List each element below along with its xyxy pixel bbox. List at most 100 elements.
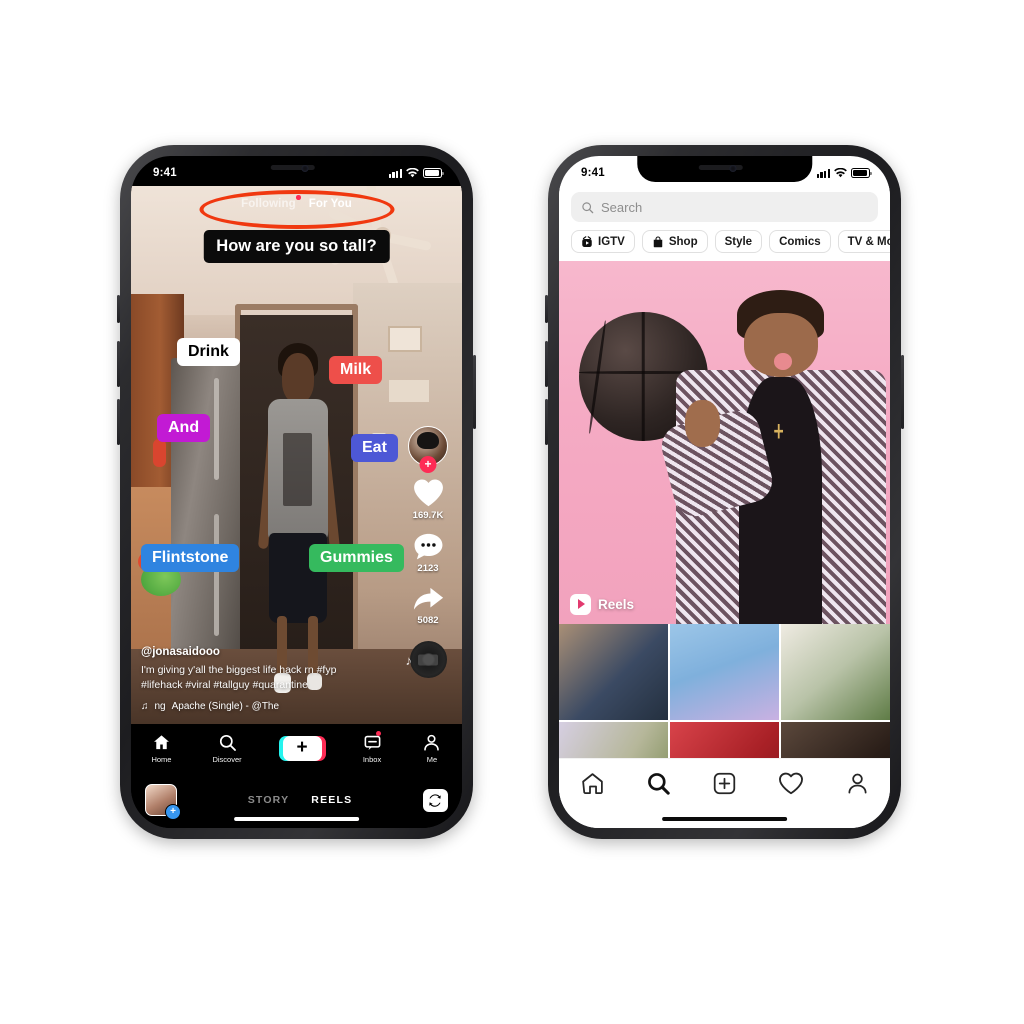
power-button-right[interactable] — [901, 355, 904, 429]
grid-cell-two-people-desk[interactable] — [559, 623, 669, 721]
video-subject-person — [258, 342, 341, 693]
mode-story[interactable]: STORY — [248, 794, 290, 806]
comment-button[interactable]: 2123 — [413, 532, 444, 574]
heart-icon — [413, 479, 443, 507]
tiktok-top-tabs[interactable]: Following For You — [131, 195, 462, 210]
share-arrow-icon — [413, 587, 443, 610]
shopping-bag-icon — [653, 235, 663, 247]
nav-home[interactable]: Home — [151, 733, 171, 764]
category-chips[interactable]: IGTV Shop Style Comics TV & Movies — [559, 222, 890, 253]
phone-bezel-right: 9:41 Search IGTV Shop Style Comics TV & … — [559, 156, 890, 828]
power-button[interactable] — [473, 355, 476, 429]
follow-plus-button[interactable]: + — [419, 456, 437, 473]
cellular-bars-icon-right — [816, 168, 830, 178]
music-ticker[interactable]: ♫ ng Apache (Single) - @The — [141, 701, 400, 712]
share-count: 5082 — [417, 615, 439, 626]
share-button[interactable]: 5082 — [412, 585, 445, 626]
status-time-right: 9:41 — [581, 167, 605, 179]
mute-switch-right[interactable] — [545, 295, 548, 323]
nav-me-label: Me — [426, 754, 438, 764]
flip-camera-icon — [429, 793, 442, 807]
flip-camera-button[interactable] — [422, 788, 448, 812]
explore-header: Search IGTV Shop Style Comics TV & M — [559, 186, 890, 260]
home-icon — [154, 734, 169, 749]
word-bubble-flintstone: Flintstone — [141, 544, 240, 572]
wifi-icon-right — [834, 168, 847, 178]
word-bubble-gummies: Gummies — [309, 544, 404, 572]
phone-mockup-instagram: 9:41 Search IGTV Shop Style Comics TV & … — [545, 145, 904, 839]
music-note-icon: ♫ — [141, 701, 149, 712]
search-icon[interactable] — [646, 771, 671, 796]
inbox-badge-dot — [375, 730, 381, 736]
story-add-button[interactable]: + — [165, 804, 181, 820]
mute-switch[interactable] — [117, 295, 120, 323]
chip-igtv[interactable]: IGTV — [571, 230, 635, 253]
camera-modes: STORY REELS — [248, 794, 353, 806]
like-button[interactable]: 169.7K — [412, 477, 445, 521]
chip-shop[interactable]: Shop — [641, 230, 708, 253]
search-placeholder: Search — [601, 199, 643, 215]
front-camera-right — [729, 165, 737, 172]
notch — [208, 156, 385, 182]
post-meta: @jonasaidooo I'm giving y'all the bigges… — [141, 646, 400, 713]
chip-igtv-label: IGTV — [598, 235, 625, 248]
like-count: 169.7K — [412, 510, 444, 521]
nav-me[interactable]: Me — [422, 733, 441, 764]
chip-comics[interactable]: Comics — [769, 230, 831, 253]
home-icon[interactable] — [580, 771, 605, 796]
battery-icon-right — [851, 168, 872, 178]
grid-cell-denim-outfit[interactable] — [780, 623, 890, 721]
tiktok-video-player[interactable]: Following For You How are you so tall? D… — [131, 186, 462, 724]
profile-icon[interactable] — [845, 771, 870, 796]
tiktok-action-rail: + 169.7K 2123 5082 — [402, 426, 454, 678]
nav-inbox[interactable]: Inbox — [362, 730, 382, 764]
grid-cell-flowers[interactable] — [559, 721, 669, 758]
post-description-line-2: #lifehack #viral #tallguy #quarantine — [141, 679, 308, 692]
explore-grid — [559, 623, 890, 758]
tab-for-you[interactable]: For You — [309, 198, 352, 210]
featured-reel-card[interactable]: Reels — [559, 261, 890, 624]
home-indicator[interactable] — [233, 816, 360, 821]
comment-icon — [414, 533, 442, 560]
volume-up-button[interactable] — [117, 341, 120, 387]
reels-badge: Reels — [570, 593, 634, 615]
word-bubble-milk: Milk — [329, 356, 383, 384]
fridge-magnet-red — [152, 438, 166, 467]
chip-style[interactable]: Style — [714, 230, 763, 253]
nav-create[interactable]: + — [278, 735, 326, 761]
volume-up-button-right[interactable] — [545, 341, 548, 387]
reels-clapper-icon — [570, 593, 591, 615]
tab-following[interactable]: Following — [241, 195, 301, 210]
volume-down-button-right[interactable] — [545, 399, 548, 445]
avatar[interactable]: + — [408, 426, 448, 473]
chip-tv-movies[interactable]: TV & Movies — [837, 230, 890, 253]
tiktok-screen: 9:41 Following For You How are you so ta… — [131, 156, 462, 828]
creator-avatar-block[interactable]: + — [408, 426, 448, 473]
grid-cell-red-fabric[interactable] — [669, 721, 780, 758]
post-username[interactable]: @jonasaidooo — [141, 646, 400, 658]
home-indicator-right[interactable] — [661, 816, 788, 821]
volume-down-button[interactable] — [117, 399, 120, 445]
word-bubble-drink: Drink — [177, 338, 240, 366]
comparison-canvas: 9:41 Following For You How are you so ta… — [0, 0, 1024, 1024]
nav-inbox-label: Inbox — [362, 754, 382, 764]
plus-create-icon[interactable]: + — [278, 735, 326, 761]
music-disc-icon[interactable] — [409, 641, 447, 678]
grid-cell-glitter-hand-sky[interactable] — [669, 623, 780, 721]
post-description-line-1: I'm giving y'all the biggest life hack r… — [141, 663, 337, 676]
heart-icon[interactable] — [778, 771, 804, 796]
search-icon — [582, 201, 594, 213]
nav-discover-label: Discover — [212, 754, 242, 764]
add-post-icon[interactable] — [712, 771, 737, 796]
nav-discover[interactable]: Discover — [212, 733, 242, 764]
word-bubble-eat: Eat — [351, 434, 398, 462]
floating-music-note-icon: ♪ — [405, 653, 413, 668]
tiktok-bottom-nav: Home Discover + Inbox Me — [131, 724, 462, 772]
mode-reels[interactable]: REELS — [311, 794, 352, 806]
grid-cell-portrait[interactable] — [780, 721, 890, 758]
person-icon — [424, 734, 440, 751]
notch-right — [636, 156, 813, 182]
search-input[interactable]: Search — [571, 192, 878, 222]
story-thumbnail[interactable]: + — [145, 784, 181, 820]
reel-subject-person — [657, 290, 890, 624]
